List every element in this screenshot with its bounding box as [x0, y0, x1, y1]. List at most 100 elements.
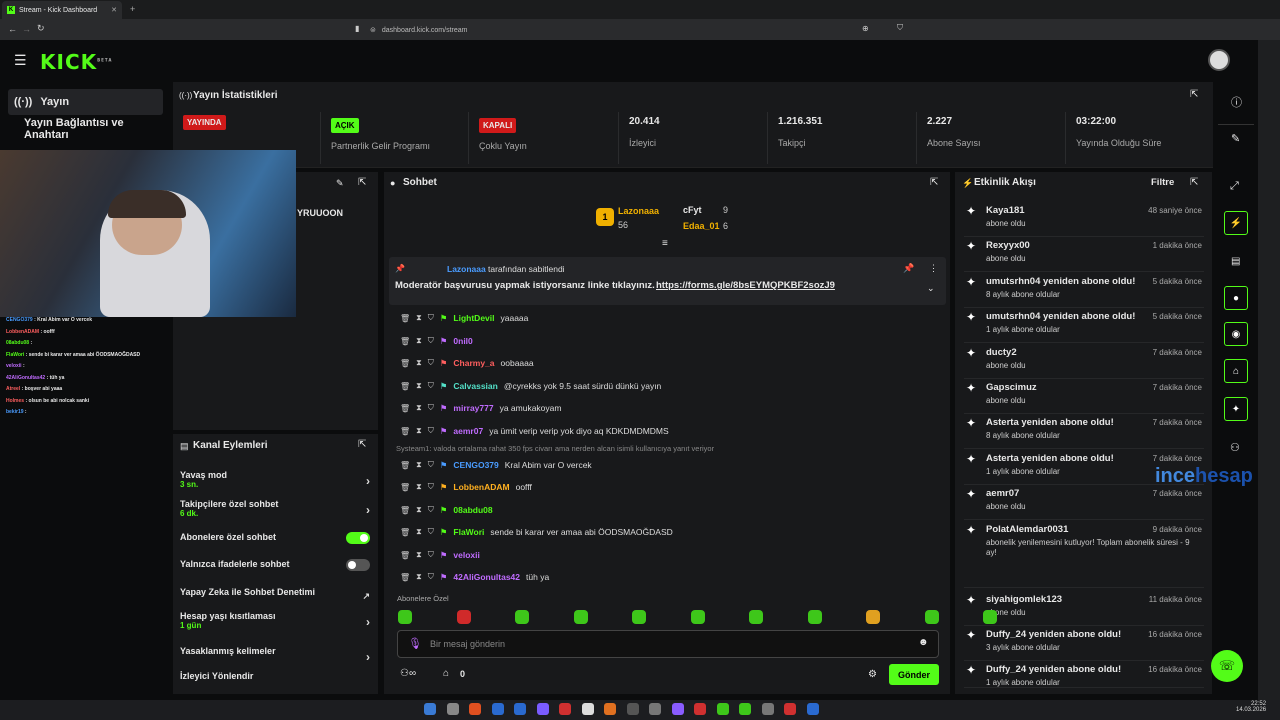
popout-icon[interactable]: ⇱	[358, 177, 366, 188]
chat-username[interactable]: 42AliGonultas42	[453, 572, 520, 582]
chat-input[interactable]: 🎙 Bir mesaj gönderin ☻	[397, 630, 939, 658]
taskbar-app-icon[interactable]	[806, 703, 819, 715]
sidebar-item-yayin[interactable]: ((·)) Yayın	[8, 89, 163, 115]
emote-only-toggle[interactable]	[346, 559, 370, 571]
timeout-icon[interactable]: ⧗	[416, 550, 422, 560]
delete-icon[interactable]: 🗑	[400, 528, 410, 537]
taskbar-app-icon[interactable]	[604, 703, 616, 715]
taskbar-app-icon[interactable]	[694, 703, 706, 715]
delete-icon[interactable]: 🗑	[400, 573, 410, 582]
timeout-icon[interactable]: ⧗	[416, 527, 422, 537]
chat-username[interactable]: aemr07	[453, 426, 483, 436]
edit-icon[interactable]: ✎	[336, 178, 344, 189]
banned-words-row[interactable]: Yasaklanmış kelimeler ›	[180, 646, 370, 664]
url-field[interactable]: ⊜ dashboard.kick.com/stream	[370, 23, 910, 37]
ban-icon[interactable]: ⛉	[428, 572, 434, 582]
raid-row[interactable]: İzleyici Yönlendir	[180, 671, 370, 681]
broadcast-tool-button[interactable]: ◉	[1224, 322, 1248, 346]
ban-icon[interactable]: ⛉	[428, 403, 434, 413]
popout-icon[interactable]: ⇱	[930, 177, 938, 188]
delete-icon[interactable]: 🗑	[400, 382, 410, 391]
delete-icon[interactable]: 🗑	[400, 337, 410, 346]
zoom-icon[interactable]: ⊕	[862, 24, 869, 33]
back-icon[interactable]: ←	[8, 24, 17, 34]
sidebar-item-stream-key[interactable]: Yayın Bağlantısı ve Anahtarı	[8, 116, 163, 142]
taskbar-app-icon[interactable]	[671, 703, 684, 715]
microphone-icon[interactable]: 🎙	[408, 637, 422, 650]
taskbar-app-icon[interactable]	[626, 703, 639, 715]
emoji-icon[interactable]: ☻	[918, 637, 929, 648]
collapse-icon[interactable]: ≡	[662, 238, 668, 249]
ban-icon[interactable]: ⛉	[428, 550, 434, 560]
ban-icon[interactable]: ⛉	[428, 482, 434, 492]
kick-logo[interactable]: KICKBETA	[40, 50, 112, 74]
support-chat-button[interactable]: ☏	[1211, 650, 1243, 682]
pinned-by-user[interactable]: Lazonaaa	[447, 264, 486, 274]
emote-button[interactable]	[632, 610, 646, 624]
ban-icon[interactable]: ⛉	[428, 426, 434, 436]
taskbar-app-icon[interactable]	[446, 703, 459, 715]
timeout-icon[interactable]: ⧗	[416, 403, 422, 413]
timeout-icon[interactable]: ⧗	[416, 358, 422, 368]
filter-button[interactable]: Filtre	[1151, 177, 1174, 188]
chat-username[interactable]: LightDevil	[453, 313, 494, 323]
chat-username[interactable]: 0nil0	[453, 336, 472, 346]
wrench-tool-button[interactable]: ✦	[1224, 397, 1248, 421]
timeout-icon[interactable]: ⧗	[416, 482, 422, 492]
popout-icon[interactable]: ⇱	[358, 439, 366, 450]
emote-button[interactable]	[398, 610, 412, 624]
taskbar-app-icon[interactable]	[784, 703, 796, 715]
timeout-icon[interactable]: ⧗	[416, 505, 422, 515]
delete-icon[interactable]: 🗑	[400, 461, 410, 470]
close-tab-icon[interactable]: ✕	[111, 6, 117, 14]
forward-icon[interactable]: →	[22, 24, 31, 34]
ban-icon[interactable]: ⛉	[428, 358, 434, 368]
taskbar-app-icon[interactable]	[536, 703, 549, 715]
brave-shield-icon[interactable]: ⛉	[897, 23, 903, 33]
emote-button[interactable]	[924, 610, 939, 624]
more-icon[interactable]: ⋮	[929, 263, 938, 274]
timeout-icon[interactable]: ⧗	[416, 572, 422, 582]
popout-icon[interactable]: ⇱	[1190, 89, 1198, 100]
taskbar-app-icon[interactable]	[559, 703, 571, 715]
taskbar-app-icon[interactable]	[716, 703, 729, 715]
ban-icon[interactable]: ⛉	[428, 336, 434, 346]
settings-gear-icon[interactable]: ⚙	[868, 669, 877, 680]
delete-icon[interactable]: 🗑	[400, 359, 410, 368]
gift-icon[interactable]: ⌂	[443, 668, 449, 679]
timeout-icon[interactable]: ⧗	[416, 381, 422, 391]
leader-name[interactable]: cFyt	[683, 205, 702, 215]
chat-username[interactable]: Charmy_a	[453, 358, 494, 368]
taskbar-app-icon[interactable]	[469, 703, 481, 715]
send-button[interactable]: Gönder	[889, 664, 939, 685]
taskbar-app-icon[interactable]	[739, 703, 751, 715]
ban-icon[interactable]: ⛉	[428, 313, 434, 323]
gift-tool-button[interactable]: ⌂	[1224, 359, 1248, 383]
emote-button[interactable]	[866, 610, 880, 624]
chat-username[interactable]: Calvassian	[453, 381, 497, 391]
info-icon[interactable]: ⓘ	[1231, 94, 1242, 110]
taskbar-app-icon[interactable]	[424, 703, 436, 715]
points-icon[interactable]: ⚇∞	[400, 668, 416, 679]
taskbar-app-icon[interactable]	[649, 703, 661, 715]
account-age-row[interactable]: Hesap yaşı kısıtlaması 1 gün ›	[180, 611, 370, 630]
emote-button[interactable]	[573, 610, 588, 624]
ai-moderation-row[interactable]: Yapay Zeka ile Sohbet Denetimi ↗	[180, 587, 370, 601]
leader-name[interactable]: Edaa_01	[683, 221, 720, 231]
timeout-icon[interactable]: ⧗	[416, 336, 422, 346]
delete-icon[interactable]: 🗑	[400, 551, 410, 560]
emote-button[interactable]	[749, 610, 763, 624]
avatar[interactable]	[1208, 49, 1230, 71]
emote-button[interactable]	[807, 610, 822, 624]
delete-icon[interactable]: 🗑	[400, 506, 410, 515]
browser-tab[interactable]: K Stream - Kick Dashboard ✕	[2, 1, 122, 19]
ban-icon[interactable]: ⛉	[428, 505, 434, 515]
new-tab-icon[interactable]: +	[130, 4, 135, 14]
chat-username[interactable]: CENGO379	[453, 460, 498, 470]
timeout-icon[interactable]: ⧗	[416, 426, 422, 436]
bolt-tool-button[interactable]: ⚡	[1224, 211, 1248, 235]
followers-only-row[interactable]: Takipçilere özel sohbet 6 dk. ›	[180, 499, 370, 518]
delete-icon[interactable]: 🗑	[400, 427, 410, 436]
delete-icon[interactable]: 🗑	[400, 314, 410, 323]
chat-username[interactable]: mirray777	[453, 403, 493, 413]
